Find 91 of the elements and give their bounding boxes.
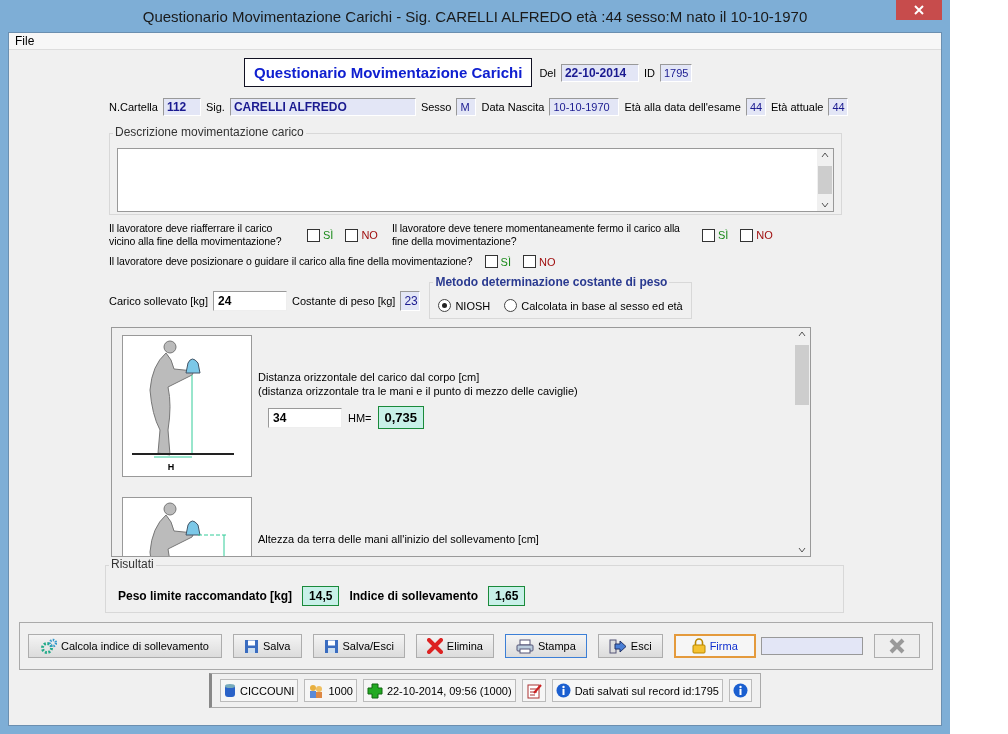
checkbox[interactable] bbox=[701, 228, 715, 242]
field-label: Età attuale bbox=[770, 101, 824, 113]
id-field: 1795 bbox=[659, 63, 692, 82]
chevron-down-icon bbox=[797, 547, 806, 553]
radio-button[interactable] bbox=[438, 299, 452, 312]
checkbox[interactable] bbox=[484, 255, 498, 268]
action-button[interactable]: Esci bbox=[597, 634, 663, 658]
description-field[interactable] bbox=[117, 148, 834, 212]
status-item: Dati salvati sul record id:1795 bbox=[551, 679, 723, 702]
patient-field: 10-10-1970 bbox=[549, 98, 620, 116]
radio-label: Calcolata in base al sesso ed età bbox=[521, 299, 683, 312]
scrollbar[interactable] bbox=[817, 149, 833, 211]
users-icon bbox=[308, 682, 325, 699]
action-button[interactable]: Calcola indice di sollevamento bbox=[28, 634, 222, 658]
database-icon bbox=[224, 682, 236, 699]
checkbox[interactable] bbox=[345, 228, 359, 242]
field-label: Età alla data dell'esame bbox=[624, 101, 741, 113]
form-title: Questionario Movimentazione Carichi bbox=[244, 58, 533, 87]
checkbox-label: SÌ bbox=[500, 255, 511, 268]
radio-label: NIOSH bbox=[455, 299, 491, 312]
checkbox[interactable] bbox=[523, 255, 536, 268]
field-label: N.Cartella bbox=[109, 101, 158, 113]
action-button[interactable]: Stampa bbox=[504, 634, 587, 658]
patient-field: 44 bbox=[828, 98, 849, 116]
padlock-icon bbox=[691, 638, 706, 654]
result-label: HM= bbox=[348, 411, 372, 424]
info-icon bbox=[555, 683, 571, 698]
group-title: Descrizione movimentazione carico bbox=[113, 125, 306, 139]
printer-icon bbox=[515, 638, 534, 654]
action-button[interactable]: Firma bbox=[673, 634, 756, 658]
question-text: Il lavoratore deve tenere momentaneamente fermo il carico alla fine della movimentazione? bbox=[391, 222, 681, 248]
constant-field: 23 bbox=[400, 290, 421, 311]
load-input[interactable]: 24 bbox=[213, 290, 288, 311]
window-title: Questionario Movimentazione Carichi - Sig. CARELLI ALFREDO età :44 sesso:M nato il 10-10-1970 bbox=[142, 7, 808, 25]
checkbox-label: SÌ bbox=[323, 229, 334, 241]
field-label: Sesso bbox=[420, 101, 452, 113]
status-item: CICCOUNI bbox=[220, 679, 299, 702]
radio-button[interactable] bbox=[504, 299, 518, 312]
chevron-down-icon bbox=[821, 202, 829, 208]
result-label: Indice di sollevamento bbox=[349, 589, 479, 603]
field-label: Del bbox=[539, 66, 556, 79]
menu-item[interactable]: File bbox=[13, 34, 37, 48]
field-label: Data Nascita bbox=[481, 101, 545, 113]
action-button[interactable]: Salva/Esci bbox=[312, 634, 405, 658]
status-item: 1000 bbox=[304, 679, 357, 702]
info-icon bbox=[732, 683, 748, 698]
axis-label: H bbox=[167, 462, 175, 472]
result-value: 14,5 bbox=[302, 586, 340, 606]
chevron-up-icon bbox=[821, 152, 829, 158]
checkbox-label: NO bbox=[539, 255, 556, 268]
checkbox-label: NO bbox=[756, 229, 773, 241]
field-label: Sig. bbox=[205, 101, 225, 113]
checkbox-label: SÌ bbox=[717, 229, 729, 241]
status-item: 22-10-2014, 09:56 (1000) bbox=[362, 679, 516, 702]
question-text: Il lavoratore deve riafferrare il carico vicino alla fine della movimentazione? bbox=[109, 222, 283, 248]
scrollbar-thumb[interactable] bbox=[794, 345, 809, 405]
factor-description: Altezza da terra delle mani all'inizio del sollevamento [cm] bbox=[258, 532, 539, 546]
status-item[interactable] bbox=[728, 679, 752, 702]
factor-result: 0,735 bbox=[377, 406, 425, 429]
action-button[interactable]: Salva bbox=[232, 634, 302, 658]
field-label: ID bbox=[643, 66, 655, 79]
action-button[interactable]: Elimina bbox=[415, 634, 494, 658]
result-value: 1,65 bbox=[488, 586, 526, 606]
factor-description: Distanza orizzontale del carico dal corpo [cm] bbox=[258, 370, 481, 384]
question-text: Il lavoratore deve posizionare o guidare il carico alla fine della movimentazione? bbox=[109, 255, 473, 268]
close-button[interactable] bbox=[896, 0, 942, 20]
field-label: Carico sollevato [kg] bbox=[109, 294, 209, 307]
delete-icon bbox=[426, 638, 443, 654]
patient-field: 112 bbox=[162, 98, 201, 116]
result-label: Peso limite raccomandato [kg] bbox=[118, 589, 293, 603]
notepad-icon bbox=[525, 682, 542, 699]
checkbox[interactable] bbox=[307, 228, 320, 242]
scrollbar-thumb[interactable] bbox=[818, 166, 832, 194]
checkbox[interactable] bbox=[740, 228, 754, 242]
patient-field: 44 bbox=[745, 98, 766, 116]
factor-input[interactable]: 34 bbox=[268, 407, 342, 428]
checkbox-label: NO bbox=[361, 229, 378, 241]
patient-field: CARELLI ALFREDO bbox=[229, 98, 416, 116]
plus-icon bbox=[366, 682, 383, 699]
status-item[interactable] bbox=[521, 679, 546, 702]
group-title: Metodo determinazione costante di peso bbox=[433, 275, 670, 289]
close-icon bbox=[914, 5, 924, 15]
gear-icon bbox=[41, 638, 57, 654]
date-field: 22-10-2014 bbox=[560, 63, 639, 82]
patient-field: M bbox=[456, 98, 477, 116]
arrow-icon bbox=[608, 638, 627, 654]
chevron-up-icon bbox=[797, 331, 806, 337]
field-label: Costante di peso [kg] bbox=[292, 294, 396, 307]
factor-description: (distanza orizzontale tra le mani e il punto di mezzo delle caviglie) bbox=[258, 384, 578, 398]
group-title: Risultati bbox=[109, 557, 156, 571]
close-icon bbox=[888, 638, 905, 654]
